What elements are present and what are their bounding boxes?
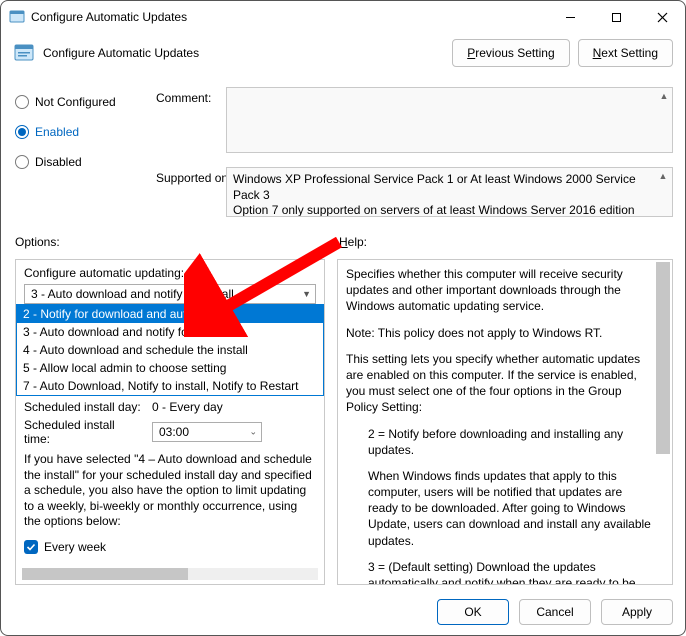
options-panel: Configure automatic updating: 3 - Auto d… [15, 259, 325, 585]
configure-updating-combo[interactable]: 3 - Auto download and notify for install… [24, 284, 316, 304]
app-icon [9, 9, 25, 25]
every-week-checkbox-row[interactable]: Every week [24, 540, 316, 554]
comment-textarea[interactable]: ▲ [226, 87, 673, 153]
scroll-up-icon[interactable]: ▲ [655, 169, 671, 185]
scrollbar-thumb[interactable] [22, 568, 188, 580]
every-week-label: Every week [44, 540, 106, 554]
help-paragraph: 3 = (Default setting) Download the updat… [346, 559, 654, 585]
next-setting-button[interactable]: Next Setting [578, 39, 673, 67]
cancel-button[interactable]: Cancel [519, 599, 591, 625]
comment-label: Comment: [156, 91, 211, 105]
header-row: Configure Automatic Updates Previous Set… [1, 33, 685, 73]
help-paragraph: Note: This policy does not apply to Wind… [346, 325, 654, 341]
help-panel: Specifies whether this computer will rec… [337, 259, 673, 585]
configure-updating-label: Configure automatic updating: [24, 266, 316, 280]
minimize-button[interactable] [547, 1, 593, 33]
dropdown-item[interactable]: 5 - Allow local admin to choose setting [17, 359, 323, 377]
scrollbar-thumb[interactable] [656, 262, 670, 454]
radio-label: Enabled [35, 125, 79, 139]
help-section-label: Help: [339, 235, 367, 249]
help-paragraph: When Windows finds updates that apply to… [346, 468, 654, 549]
horizontal-scrollbar[interactable] [22, 568, 318, 580]
radio-icon [15, 95, 29, 109]
radio-disabled[interactable]: Disabled [15, 147, 145, 177]
scheduled-day-value: 0 - Every day [152, 400, 223, 414]
radio-icon [15, 155, 29, 169]
radio-icon [15, 125, 29, 139]
maximize-button[interactable] [593, 1, 639, 33]
chevron-down-icon: ▼ [302, 289, 311, 299]
supported-on-box: Windows XP Professional Service Pack 1 o… [226, 167, 673, 217]
window-title: Configure Automatic Updates [31, 10, 547, 24]
radio-label: Not Configured [35, 95, 116, 109]
configure-updating-dropdown: 2 - Notify for download and auto install… [16, 304, 324, 396]
radio-not-configured[interactable]: Not Configured [15, 87, 145, 117]
previous-setting-button[interactable]: Previous Setting [452, 39, 569, 67]
help-paragraph: 2 = Notify before downloading and instal… [346, 426, 654, 458]
options-paragraph: If you have selected "4 – Auto download … [24, 452, 316, 530]
combo-value: 3 - Auto download and notify for install [31, 287, 234, 301]
close-button[interactable] [639, 1, 685, 33]
dropdown-item[interactable]: 4 - Auto download and schedule the insta… [17, 341, 323, 359]
apply-button[interactable]: Apply [601, 599, 673, 625]
supported-on-text: Windows XP Professional Service Pack 1 o… [233, 172, 636, 217]
help-paragraph: Specifies whether this computer will rec… [346, 266, 654, 315]
dropdown-item[interactable]: 3 - Auto download and notify for install [17, 323, 323, 341]
policy-state-group: Not Configured Enabled Disabled [15, 87, 145, 177]
titlebar: Configure Automatic Updates [1, 1, 685, 33]
radio-enabled[interactable]: Enabled [15, 117, 145, 147]
checkbox-checked-icon [24, 540, 38, 554]
ok-button[interactable]: OK [437, 599, 509, 625]
help-paragraph: This setting lets you specify whether au… [346, 351, 654, 416]
scheduled-day-label: Scheduled install day: [24, 400, 144, 414]
scheduled-time-label: Scheduled install time: [24, 418, 144, 446]
chevron-down-icon: ⌄ [249, 427, 257, 438]
supported-on-label: Supported on: [156, 171, 231, 185]
combo-value: 03:00 [159, 425, 189, 439]
dropdown-item[interactable]: 2 - Notify for download and auto install [17, 305, 323, 323]
options-section-label: Options: [15, 235, 60, 249]
radio-label: Disabled [35, 155, 82, 169]
dialog-footer: OK Cancel Apply [437, 599, 673, 625]
scroll-up-icon[interactable]: ▲ [656, 88, 672, 104]
vertical-scrollbar[interactable] [656, 262, 670, 582]
dropdown-item[interactable]: 7 - Auto Download, Notify to install, No… [17, 377, 323, 395]
scheduled-time-combo[interactable]: 03:00 ⌄ [152, 422, 262, 442]
header-title: Configure Automatic Updates [43, 46, 199, 60]
policy-icon [13, 42, 35, 64]
